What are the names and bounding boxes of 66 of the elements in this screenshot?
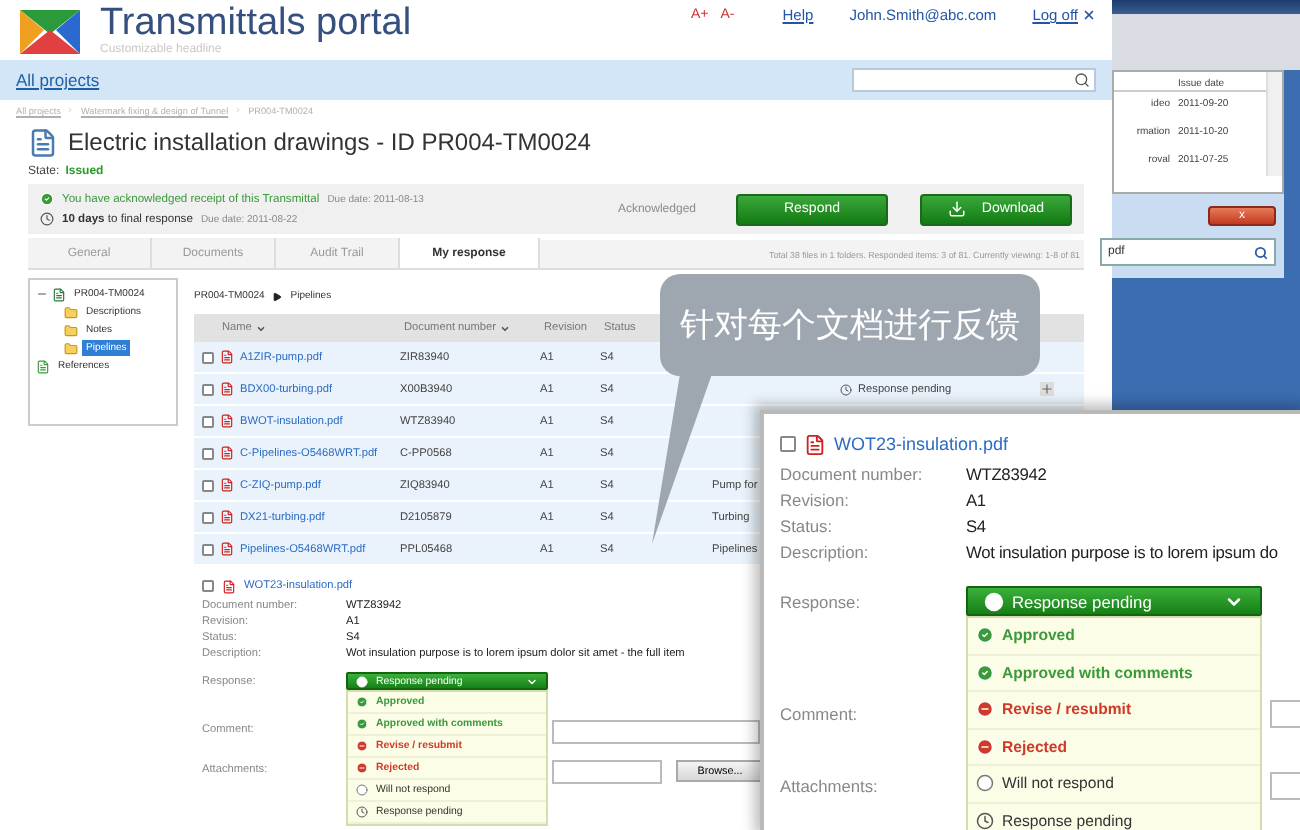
clock-icon	[356, 806, 368, 818]
portal-title: Transmittals portal	[100, 4, 412, 44]
pdf-file-icon	[220, 542, 234, 556]
search-icon	[1074, 72, 1090, 88]
check-circle-icon	[356, 718, 368, 730]
page-title: Electric installation drawings - ID PR004-TM0024	[68, 128, 591, 156]
attachment-field[interactable]	[552, 760, 662, 784]
checkbox[interactable]	[202, 479, 214, 491]
pdf-file-icon	[804, 433, 826, 455]
minus-circle-icon	[356, 740, 368, 752]
clock-icon	[976, 811, 994, 830]
check-circle-icon	[976, 663, 994, 682]
pdf-file-icon	[222, 579, 236, 593]
pdf-file-icon	[220, 350, 234, 364]
download-icon	[947, 200, 966, 218]
check-circle-icon	[976, 626, 994, 645]
checkbox[interactable]	[202, 511, 214, 523]
arrow-icon	[272, 291, 283, 301]
pdf-file-icon	[220, 510, 234, 524]
file-link[interactable]: WOT23-insulation.pdf	[834, 434, 1009, 454]
sort-caret-icon	[255, 323, 266, 333]
radio-dot-icon	[356, 784, 368, 796]
search-icon	[1254, 245, 1268, 259]
caret-icon	[526, 675, 538, 687]
response-dropdown[interactable]: Response pending	[966, 586, 1262, 616]
status-dot-icon	[984, 591, 1004, 611]
minus-circle-icon	[976, 737, 994, 756]
add-icon[interactable]	[1040, 382, 1054, 396]
field-label: Status:	[780, 514, 833, 538]
checkbox[interactable]	[202, 383, 214, 395]
clock-icon	[40, 212, 54, 226]
folder-icon	[64, 305, 78, 319]
pdf-file-icon	[220, 478, 234, 492]
checkbox[interactable]	[780, 436, 796, 452]
document-icon	[28, 127, 58, 157]
status-dot-icon	[356, 675, 368, 687]
minus-circle-icon	[976, 700, 994, 719]
folder-icon	[64, 323, 78, 337]
minus-circle-icon	[356, 762, 368, 774]
attachments-label: Attachments:	[780, 774, 880, 796]
check-circle-icon	[356, 696, 368, 708]
check-circle-icon	[40, 192, 54, 206]
search-field[interactable]	[852, 68, 1096, 92]
pdf-file-icon	[220, 414, 234, 428]
field-label: Description:	[780, 540, 869, 564]
close-icon	[1082, 8, 1096, 22]
response-label: Response:	[780, 591, 861, 611]
checkbox[interactable]	[202, 580, 214, 592]
document-icon	[52, 287, 66, 301]
field-value: S4	[966, 514, 986, 538]
radio-dot-icon	[976, 774, 994, 793]
scrollbar	[1266, 72, 1282, 176]
document-icon	[36, 359, 50, 373]
all-projects-link[interactable]: All projects	[16, 70, 100, 90]
checkbox[interactable]	[202, 447, 214, 459]
checkbox[interactable]	[202, 415, 214, 427]
checkbox[interactable]	[202, 543, 214, 555]
comment-label: Comment:	[780, 702, 860, 724]
pdf-file-icon	[220, 446, 234, 460]
folder-icon	[64, 341, 78, 355]
comment-field[interactable]	[552, 720, 760, 744]
checkbox[interactable]	[202, 351, 214, 363]
pdf-file-icon	[220, 382, 234, 396]
sort-caret-icon	[500, 323, 511, 333]
clock-icon	[840, 383, 852, 395]
collapse-icon[interactable]	[36, 288, 48, 300]
